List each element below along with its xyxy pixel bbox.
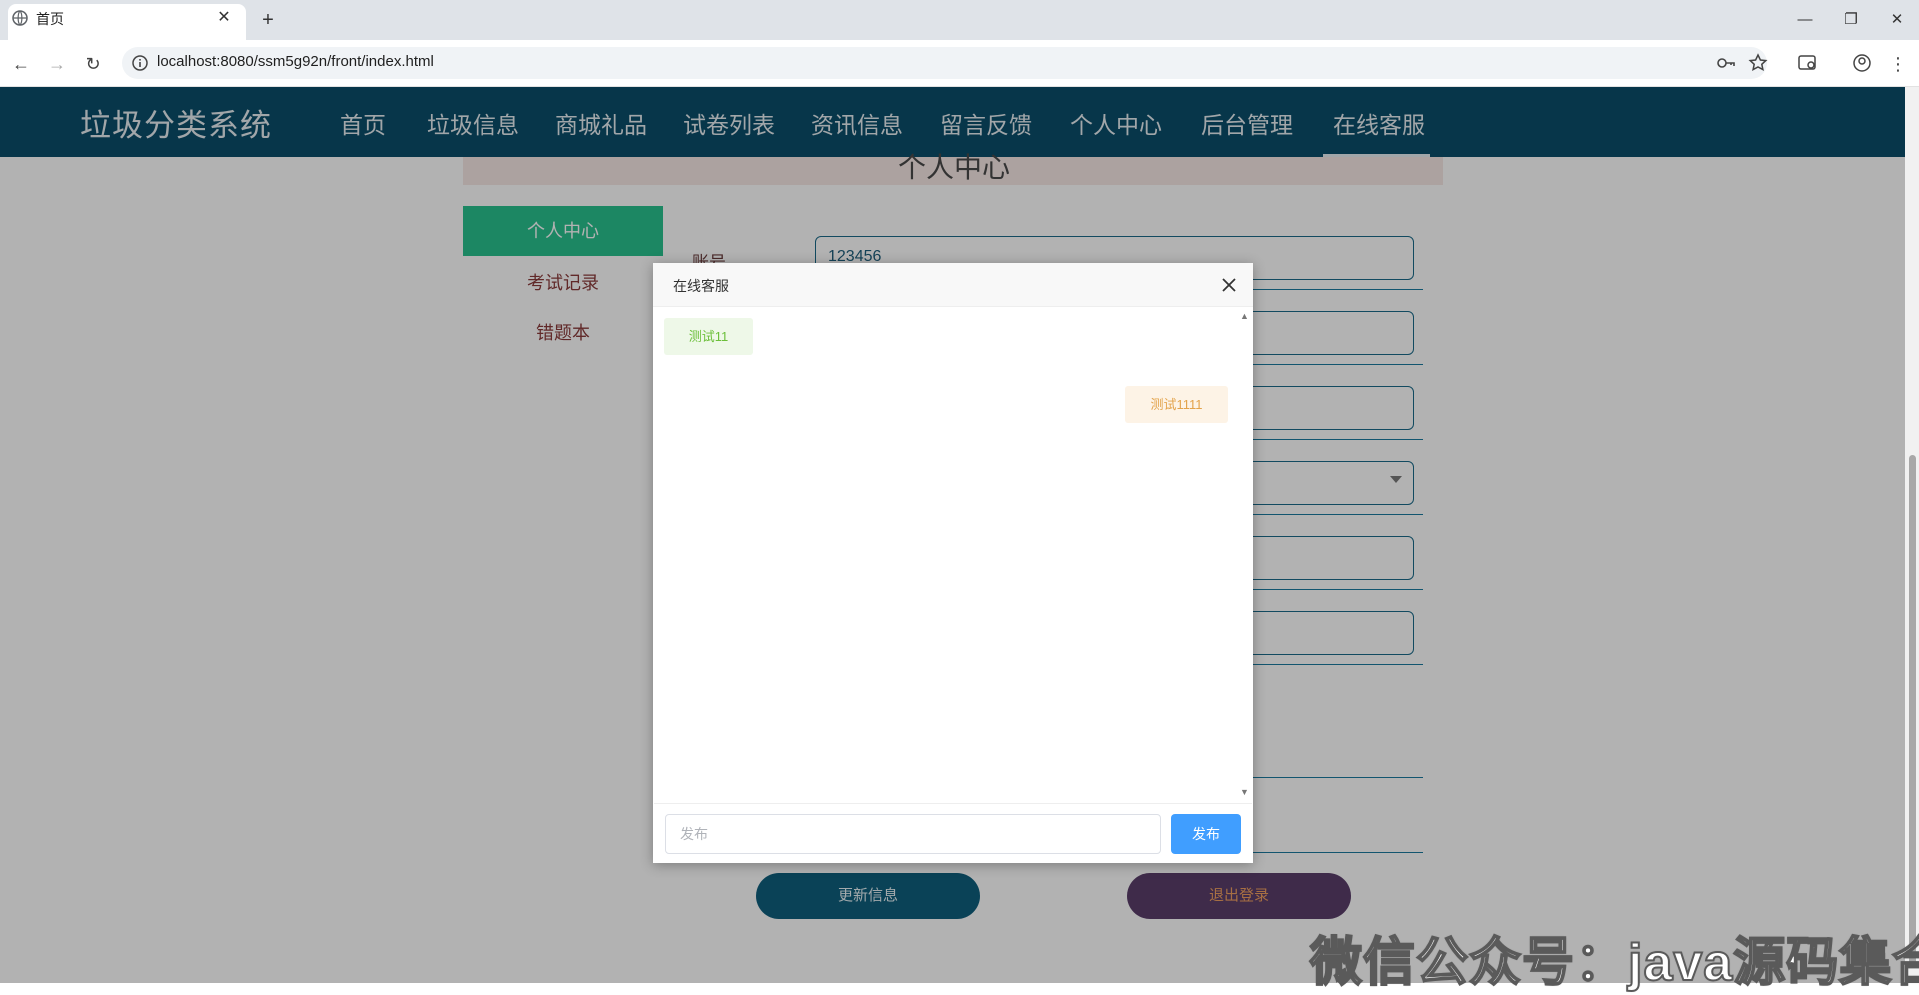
dialog-header [653, 263, 1253, 307]
globe-icon [12, 10, 28, 26]
password-key-icon[interactable] [1714, 51, 1738, 75]
tab-close-icon[interactable]: ✕ [212, 6, 236, 30]
chat-message-sent: 测试1111 [1125, 386, 1228, 423]
profile-icon[interactable] [1850, 51, 1874, 75]
page-scrollbar-thumb[interactable] [1909, 455, 1916, 965]
window-close-icon[interactable]: ✕ [1874, 6, 1919, 34]
dialog-divider [654, 803, 1252, 804]
scroll-up-arrow-icon[interactable]: ▲ [1240, 311, 1249, 321]
bookmark-star-icon[interactable] [1746, 51, 1770, 75]
close-icon[interactable] [1218, 274, 1240, 296]
new-tab-plus-icon[interactable]: + [254, 8, 282, 32]
minimize-icon[interactable]: — [1782, 6, 1828, 34]
forward-arrow-icon[interactable]: → [44, 51, 70, 77]
back-arrow-icon[interactable]: ← [8, 51, 34, 77]
chat-message-area[interactable] [654, 307, 1252, 803]
restore-icon[interactable]: ❐ [1828, 6, 1874, 34]
scroll-down-arrow-icon[interactable]: ▼ [1240, 787, 1249, 797]
dialog-title: 在线客服 [673, 278, 729, 294]
tab-search-icon[interactable] [1796, 51, 1820, 75]
reload-icon[interactable]: ↻ [80, 51, 106, 77]
chat-message-received: 测试11 [664, 318, 753, 355]
chat-input[interactable] [665, 814, 1161, 854]
browser-tabstrip [0, 0, 1919, 40]
address-url[interactable]: localhost:8080/ssm5g92n/front/index.html [157, 53, 434, 70]
watermark-text: 微信公众号：java源码集合 [1309, 933, 1919, 993]
menu-kebab-icon[interactable]: ⋮ [1885, 51, 1911, 77]
tab-title: 首页 [36, 11, 64, 27]
site-info-icon[interactable] [130, 53, 150, 73]
send-button[interactable]: 发布 [1171, 814, 1241, 854]
